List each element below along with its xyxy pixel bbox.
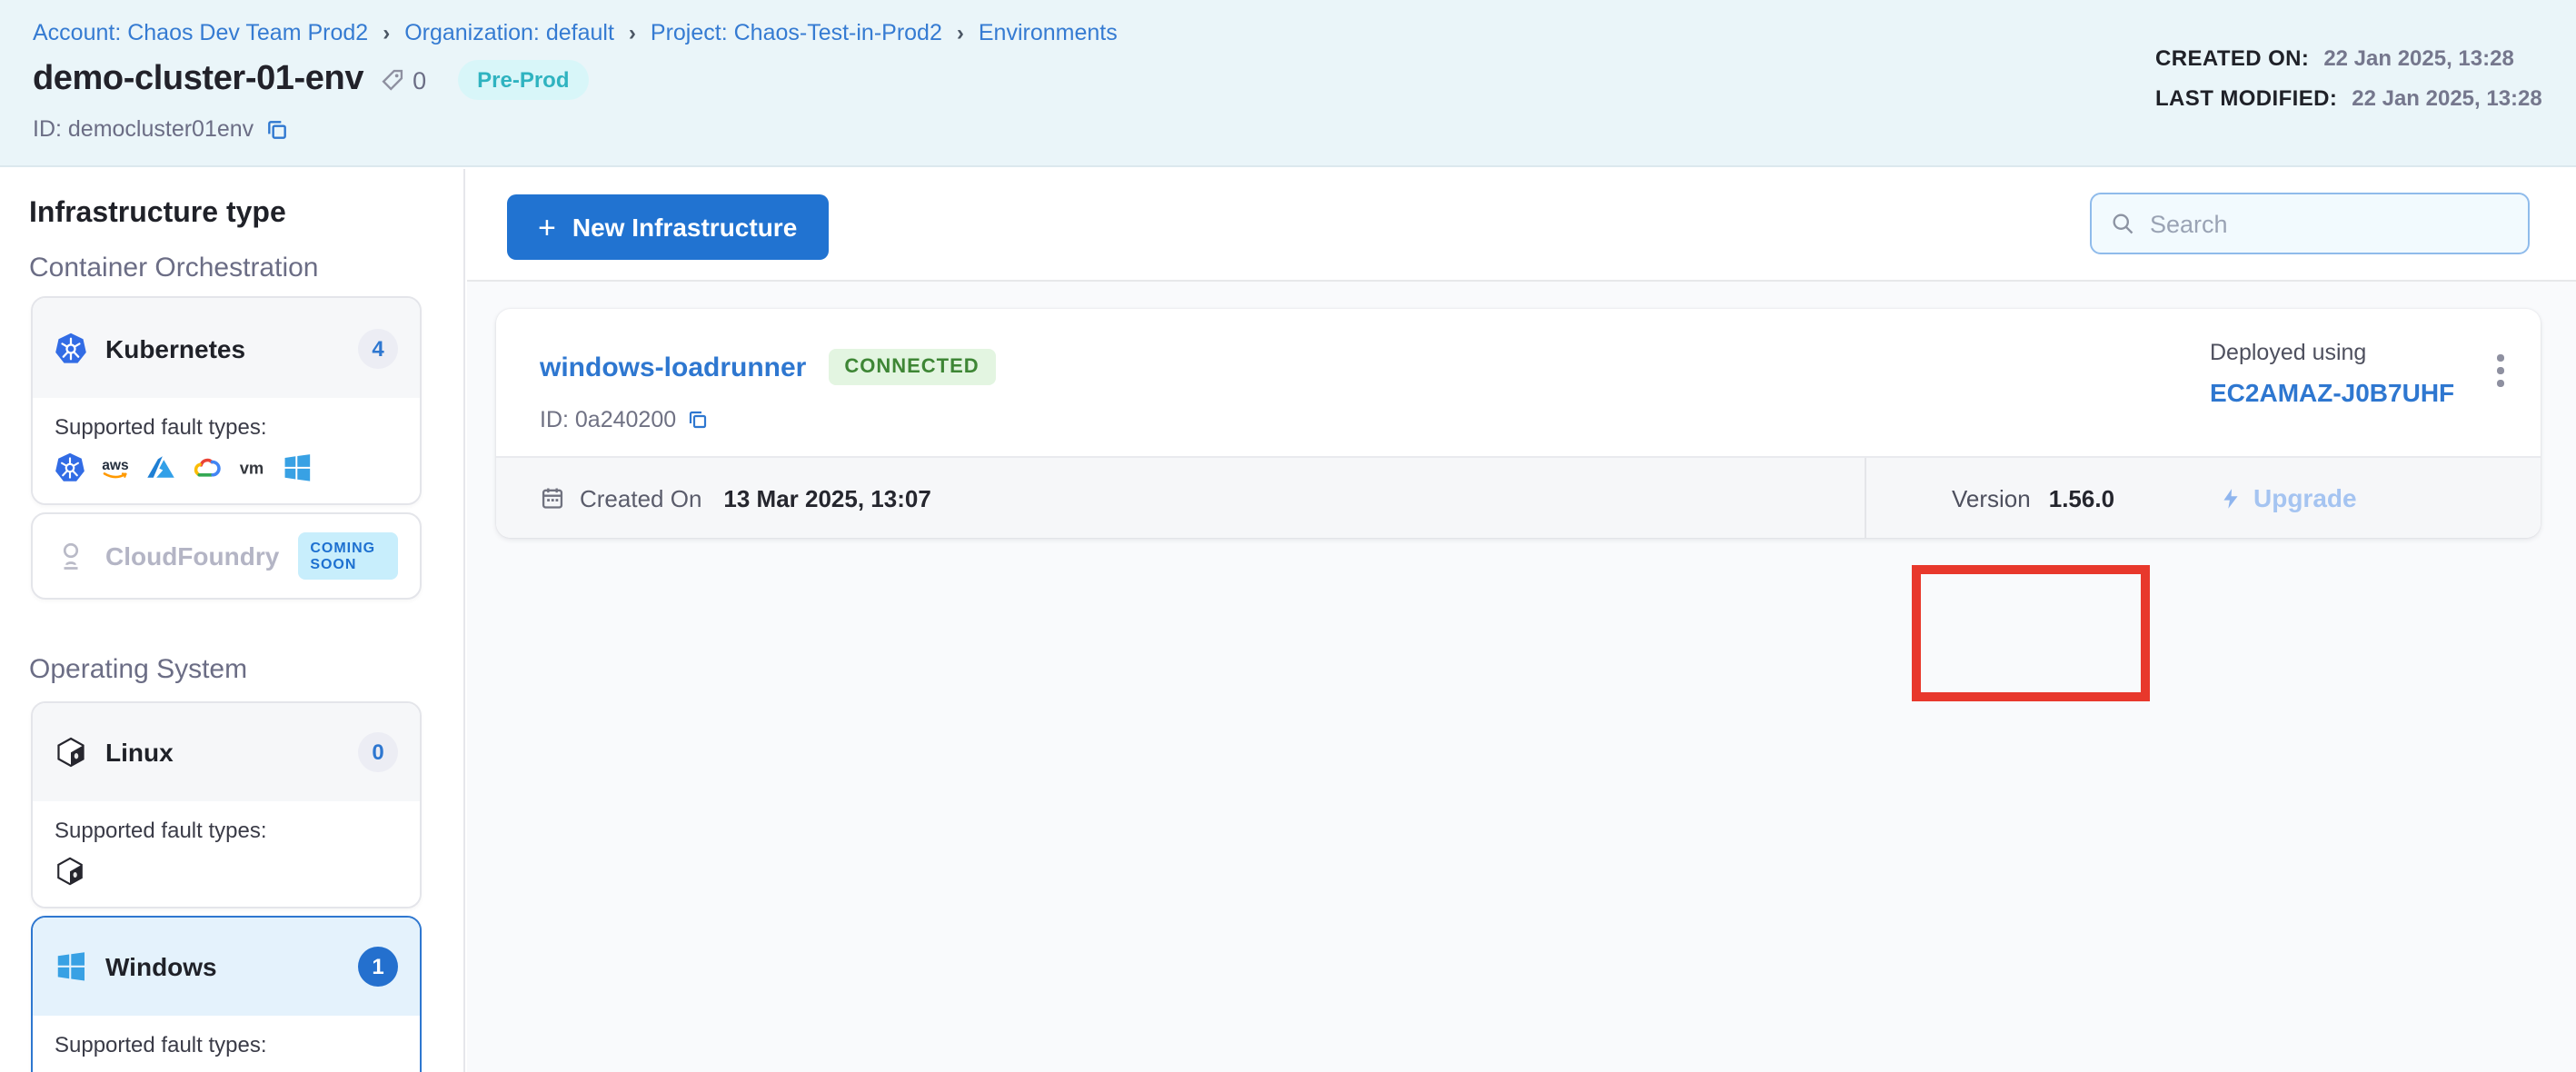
supported-fault-types-label: Supported fault types: xyxy=(55,1032,398,1057)
created-on-label: CREATED ON: xyxy=(2155,45,2309,71)
kubernetes-icon xyxy=(55,332,87,364)
breadcrumb-separator-icon: › xyxy=(629,20,636,45)
deployed-using-link[interactable]: EC2AMAZ-J0B7UHF xyxy=(2210,378,2454,407)
red-highlight-annotation xyxy=(1912,565,2150,701)
copy-icon[interactable] xyxy=(264,117,288,141)
environment-id: ID: democluster01env xyxy=(33,116,254,142)
linux-count-badge: 0 xyxy=(358,732,398,772)
connected-status-badge: CONNECTED xyxy=(828,349,995,385)
toolbar: + New Infrastructure xyxy=(467,169,2576,282)
timestamps: CREATED ON: 22 Jan 2025, 13:28 LAST MODI… xyxy=(2155,45,2542,125)
infrastructure-card: windows-loadrunner CONNECTED ID: 0a24020… xyxy=(496,309,2541,538)
coming-soon-badge: COMING SOON xyxy=(297,532,398,580)
azure-icon xyxy=(145,452,176,483)
environment-details-page: Account: Chaos Dev Team Prod2 › Organiza… xyxy=(0,0,2576,1072)
page-header: Account: Chaos Dev Team Prod2 › Organiza… xyxy=(0,0,2576,167)
fault-type-icons: aws vm xyxy=(55,452,398,483)
sidebar-title: Infrastructure type xyxy=(29,198,286,231)
tags-control[interactable]: 0 xyxy=(380,66,426,94)
cloudfoundry-icon xyxy=(55,540,87,572)
sidebar-item-linux[interactable]: Linux 0 Supported fault types: xyxy=(31,701,422,908)
linux-icon xyxy=(55,856,85,887)
version-label: Version xyxy=(1952,484,2031,511)
breadcrumb-organization[interactable]: Organization: default xyxy=(404,20,614,45)
section-heading-container-orchestration: Container Orchestration xyxy=(29,253,319,283)
breadcrumb-account[interactable]: Account: Chaos Dev Team Prod2 xyxy=(33,20,368,45)
sidebar-item-kubernetes[interactable]: Kubernetes 4 Supported fault types: aws v… xyxy=(31,296,422,505)
last-modified-value: 22 Jan 2025, 13:28 xyxy=(2352,85,2542,111)
aws-icon: aws xyxy=(100,452,131,483)
infrastructure-id: ID: 0a240200 xyxy=(540,407,676,432)
supported-fault-types-label: Supported fault types: xyxy=(55,414,398,440)
search-icon xyxy=(2110,211,2135,236)
plus-icon: + xyxy=(538,212,556,243)
gcp-icon xyxy=(191,452,222,483)
linux-icon xyxy=(55,736,87,769)
deployed-using-label: Deployed using xyxy=(2210,340,2454,365)
card-label: Kubernetes xyxy=(105,333,245,362)
search-box xyxy=(2090,193,2530,254)
more-options-menu[interactable] xyxy=(2484,345,2517,396)
fault-type-icons xyxy=(55,856,398,887)
tag-icon xyxy=(380,67,405,93)
windows-icon xyxy=(282,452,313,483)
calendar-icon xyxy=(540,485,565,511)
sidebar-item-cloudfoundry: CloudFoundry COMING SOON xyxy=(31,512,422,600)
infrastructure-name-link[interactable]: windows-loadrunner xyxy=(540,352,806,382)
windows-count-badge: 1 xyxy=(358,947,398,987)
infrastructure-type-sidebar: Infrastructure type Container Orchestrat… xyxy=(0,169,465,1072)
environment-type-badge: Pre-Prod xyxy=(457,60,589,100)
upgrade-button[interactable]: Upgrade xyxy=(2219,458,2357,538)
page-title: demo-cluster-01-env xyxy=(33,60,363,100)
svg-text:aws: aws xyxy=(102,458,129,473)
main-content: + New Infrastructure windows-loadrunner … xyxy=(467,169,2576,1072)
vmware-icon: vm xyxy=(236,452,267,483)
footer-divider xyxy=(1865,458,1866,538)
new-infrastructure-button[interactable]: + New Infrastructure xyxy=(507,194,828,260)
copy-icon[interactable] xyxy=(687,409,709,431)
kubernetes-count-badge: 4 xyxy=(358,328,398,368)
card-label: Linux xyxy=(105,738,174,767)
lightning-bolt-icon xyxy=(2219,486,2243,510)
tag-count: 0 xyxy=(413,66,426,94)
breadcrumb: Account: Chaos Dev Team Prod2 › Organiza… xyxy=(33,20,2541,45)
created-on-value: 22 Jan 2025, 13:28 xyxy=(2323,45,2514,71)
breadcrumb-project[interactable]: Project: Chaos-Test-in-Prod2 xyxy=(651,20,942,45)
breadcrumb-environments[interactable]: Environments xyxy=(979,20,1118,45)
card-label: CloudFoundry xyxy=(105,541,279,571)
sidebar-item-windows-selected[interactable]: Windows 1 Supported fault types: xyxy=(31,916,422,1072)
supported-fault-types-label: Supported fault types: xyxy=(55,818,398,843)
breadcrumb-separator-icon: › xyxy=(383,20,390,45)
last-modified-label: LAST MODIFIED: xyxy=(2155,85,2337,111)
breadcrumb-separator-icon: › xyxy=(957,20,964,45)
kubernetes-icon xyxy=(55,452,85,483)
card-created-on-value: 13 Mar 2025, 13:07 xyxy=(723,484,930,511)
card-label: Windows xyxy=(105,952,217,981)
card-created-on-label: Created On xyxy=(580,484,701,511)
windows-icon xyxy=(55,950,87,983)
infrastructure-card-footer: Created On 13 Mar 2025, 13:07 Version 1.… xyxy=(496,456,2541,538)
svg-text:vm: vm xyxy=(240,458,264,477)
section-heading-operating-system: Operating System xyxy=(29,654,247,685)
search-input[interactable] xyxy=(2150,210,2510,237)
version-value: 1.56.0 xyxy=(2049,484,2114,511)
